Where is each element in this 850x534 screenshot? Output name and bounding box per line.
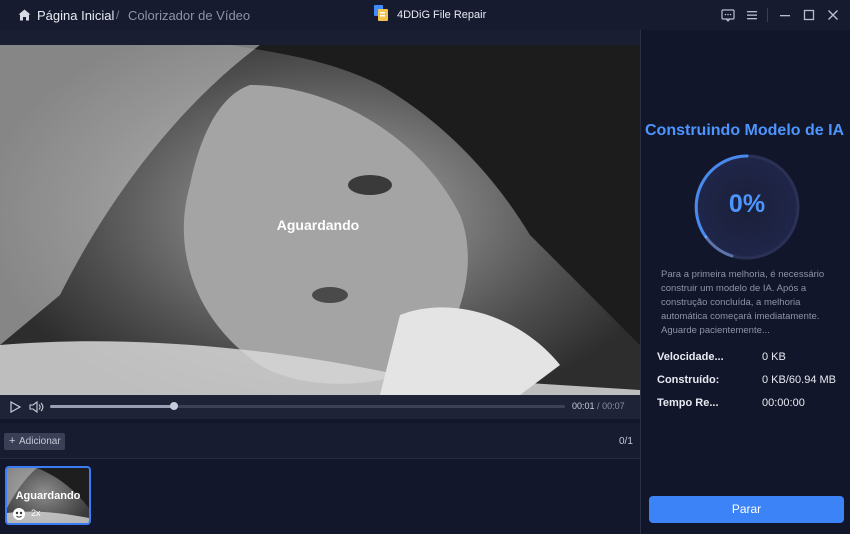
- stat-label-built: Construído:: [657, 374, 720, 386]
- queue-header: + Adicionar 0/1: [0, 423, 640, 459]
- queue-count: 0/1: [619, 436, 633, 447]
- app-title: 4DDiG File Repair: [397, 9, 487, 21]
- player-controls: 00:01 / 00:07: [0, 395, 640, 419]
- breadcrumb-current: Colorizador de Vídeo: [128, 8, 251, 23]
- stat-value-speed: 0 KB: [762, 351, 786, 363]
- home-icon[interactable]: [18, 9, 31, 21]
- progress-description: Para a primeira melhoria, é necessário c…: [661, 269, 825, 336]
- time-display: 00:01 / 00:07: [572, 401, 625, 411]
- video-preview: Aguardando: [0, 45, 640, 395]
- plus-icon: +: [9, 435, 16, 447]
- thumbnail-scale: 2x: [31, 508, 41, 518]
- feedback-icon[interactable]: [719, 6, 737, 24]
- panel-title: Construindo Modelo de IA: [645, 122, 845, 139]
- queue-list: Aguardando 2x: [0, 459, 640, 534]
- app-logo-icon: [374, 5, 388, 21]
- stat-value-time-remaining: 00:00:00: [762, 397, 805, 409]
- breadcrumb-home[interactable]: Página Inicial: [37, 8, 114, 23]
- seek-bar-progress: [50, 405, 174, 408]
- titlebar-divider: [767, 8, 768, 22]
- breadcrumb-separator: /: [116, 8, 120, 22]
- progress-percent: 0%: [728, 190, 766, 218]
- add-button-label: Adicionar: [19, 436, 61, 447]
- stat-label-speed: Velocidade...: [657, 351, 724, 363]
- seek-handle[interactable]: [169, 402, 178, 410]
- preview-top-strip: [0, 30, 640, 45]
- minimize-icon[interactable]: [776, 6, 794, 24]
- time-separator: /: [597, 401, 600, 411]
- seek-bar[interactable]: [50, 402, 565, 410]
- stat-label-time-remaining: Tempo Re...: [657, 397, 719, 409]
- progress-panel: Construindo Modelo de IA 0% Para a prime…: [641, 30, 850, 534]
- stop-button[interactable]: Parar: [649, 496, 844, 523]
- title-bar: Página Inicial / Colorizador de Vídeo 4D…: [0, 0, 850, 30]
- maximize-icon[interactable]: [800, 6, 818, 24]
- total-time: 00:07: [602, 401, 625, 411]
- video-thumbnail[interactable]: Aguardando 2x: [5, 466, 91, 525]
- thumbnail-status: Aguardando: [15, 490, 81, 502]
- close-icon[interactable]: [824, 6, 842, 24]
- add-button[interactable]: + Adicionar: [4, 433, 65, 450]
- enhance-badge-icon: [13, 508, 25, 520]
- video-status-label: Aguardando: [276, 217, 360, 233]
- current-time: 00:01: [572, 401, 595, 411]
- volume-icon[interactable]: [29, 400, 44, 414]
- stat-value-built: 0 KB/60.94 MB: [762, 374, 836, 386]
- play-icon[interactable]: [8, 400, 22, 414]
- menu-icon[interactable]: [743, 6, 761, 24]
